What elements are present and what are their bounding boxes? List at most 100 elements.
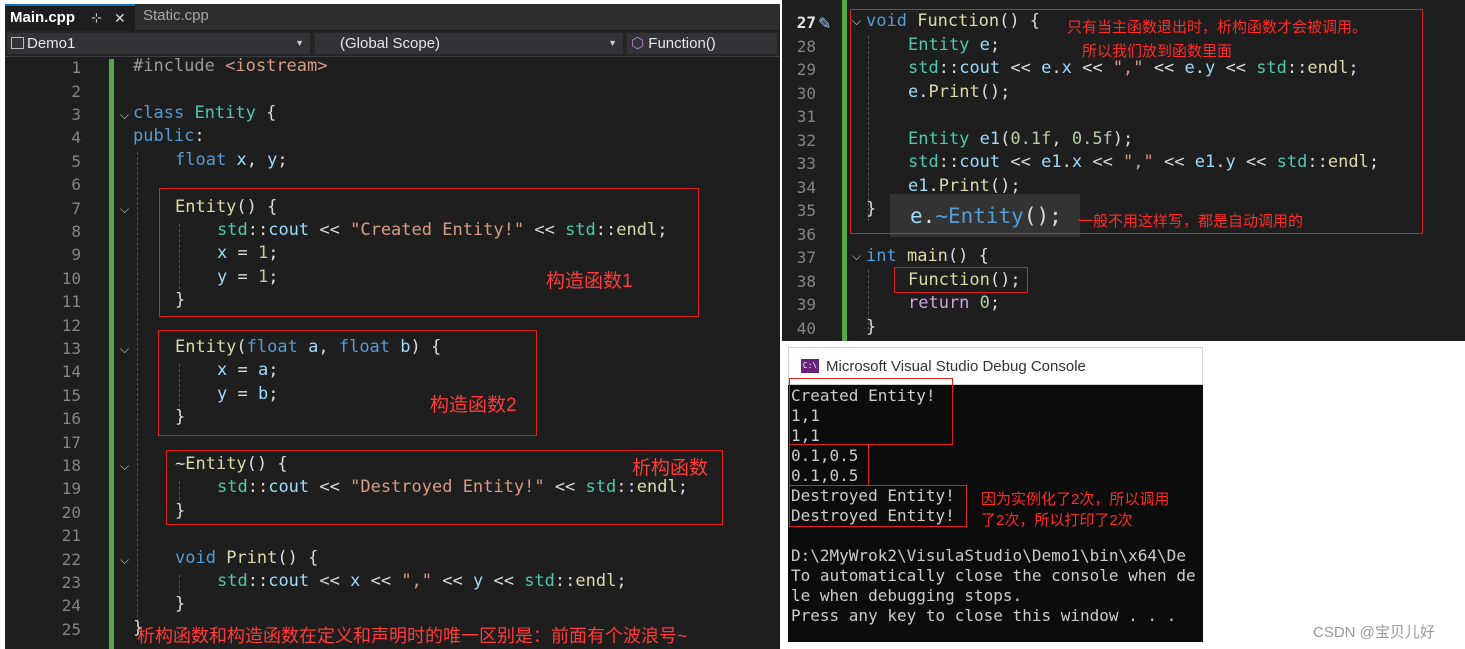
tab-main-cpp[interactable]: Main.cpp ⊹ ✕ — [5, 4, 135, 30]
line-number: 25 — [61, 620, 81, 639]
line-number: 13 — [61, 339, 81, 358]
line-number: 27 — [796, 13, 816, 32]
manual-destructor-note: 一般不用这样写，都是自动调用的 — [1078, 213, 1304, 230]
code-line: public: — [133, 126, 205, 146]
function-scope-note: 所以我们放到函数里面 — [1082, 43, 1233, 60]
code-line: class Entity { — [133, 103, 277, 123]
line-number: 17 — [61, 433, 81, 452]
console-app-icon: C:\ — [801, 359, 819, 373]
scope-label: (Global Scope) — [340, 35, 441, 52]
destructor-label: 析构函数 — [632, 458, 709, 479]
left-code-editor[interactable]: Main.cpp ⊹ ✕ Static.cpp Demo1 ▼ (Global … — [5, 4, 780, 649]
line-number: 39 — [796, 295, 816, 314]
console-line: D:\2MyWrok2\VisulaStudio\Demo1\bin\x64\D… — [791, 546, 1186, 565]
code-line: return 0; — [908, 293, 1001, 313]
constructor2-highlight-box — [158, 330, 537, 436]
line-number: 3 — [71, 105, 81, 124]
line-number: 22 — [61, 550, 81, 569]
line-number: 28 — [796, 37, 816, 56]
line-number: 19 — [61, 479, 81, 498]
close-icon[interactable]: ✕ — [114, 6, 126, 30]
fold-toggle-icon[interactable]: ⌵ — [120, 553, 129, 568]
navigation-bar: Demo1 ▼ (Global Scope) ▼ ⬡ Function() — [5, 31, 780, 57]
destructor-timing-note: 只有当主函数退出时，析构函数才会被调用。 — [1067, 19, 1368, 36]
line-number: 16 — [61, 409, 81, 428]
line-number: 8 — [71, 222, 81, 241]
code-line: std::cout << x << "," << y << std::endl; — [217, 571, 627, 591]
line-number: 30 — [796, 84, 816, 103]
line-number: 5 — [71, 152, 81, 171]
fold-toggle-icon[interactable]: ⌵ — [120, 202, 129, 217]
line-number: 7 — [71, 199, 81, 218]
project-name: Demo1 — [27, 35, 76, 52]
code-line: } — [866, 317, 877, 337]
watermark: CSDN @宝贝儿好 — [1313, 624, 1435, 641]
line-number: 23 — [61, 573, 81, 592]
line-number: 31 — [796, 107, 816, 126]
editor-tab-bar: Main.cpp ⊹ ✕ Static.cpp — [5, 4, 780, 30]
line-number: 18 — [61, 456, 81, 475]
tab-static-cpp[interactable]: Static.cpp — [139, 4, 253, 30]
fold-toggle-icon[interactable]: ⌵ — [120, 459, 129, 474]
chevron-down-icon: ▼ — [295, 38, 304, 48]
line-number: 6 — [71, 175, 81, 194]
member-label: Function() — [648, 35, 716, 52]
line-number: 15 — [61, 386, 81, 405]
line-number: 12 — [61, 316, 81, 335]
change-tracking-bar — [842, 0, 847, 341]
destroyed-count-note: 因为实例化了2次，所以调用 — [981, 491, 1170, 508]
line-number: 21 — [61, 526, 81, 545]
fold-toggle-icon[interactable]: ⌵ — [852, 249, 861, 264]
line-number: 37 — [796, 248, 816, 267]
function-call-highlight-box — [894, 267, 1028, 293]
tab-label: Main.cpp — [10, 9, 76, 26]
line-number: 1 — [71, 58, 81, 77]
console-title: Microsoft Visual Studio Debug Console — [826, 358, 1086, 375]
line-number: 24 — [61, 596, 81, 615]
member-dropdown[interactable]: ⬡ Function() — [627, 33, 777, 54]
tab-label: Static.cpp — [143, 7, 209, 24]
indent-guide — [137, 152, 138, 632]
line-number: 34 — [796, 178, 816, 197]
code-line: float x, y; — [175, 150, 288, 170]
line-number: 40 — [796, 319, 816, 338]
line-number: 2 — [71, 82, 81, 101]
code-line: } — [175, 594, 186, 614]
line-number: 33 — [796, 154, 816, 173]
console-line: le when debugging stops. — [791, 586, 1023, 605]
change-tracking-bar — [109, 59, 114, 649]
line-number: 9 — [71, 245, 81, 264]
line-number: 14 — [61, 362, 81, 381]
cube-icon: ⬡ — [631, 35, 645, 52]
created-output-box — [789, 378, 953, 445]
line-number: 32 — [796, 131, 816, 150]
line-number: 35 — [796, 201, 816, 220]
line-number: 38 — [796, 272, 816, 291]
line-number: 29 — [796, 60, 816, 79]
pin-icon[interactable]: ⊹ — [91, 6, 102, 30]
line-number: 4 — [71, 128, 81, 147]
constructor2-label: 构造函数2 — [430, 395, 517, 416]
destroyed-count-note: 了2次，所以打印了2次 — [981, 512, 1133, 529]
console-line: To automatically close the console when … — [791, 566, 1196, 585]
chevron-down-icon: ▼ — [608, 38, 617, 48]
debug-console-window[interactable]: C:\ Microsoft Visual Studio Debug Consol… — [788, 347, 1203, 642]
project-dropdown[interactable]: Demo1 ▼ — [7, 33, 310, 54]
code-line: int main() { — [866, 246, 989, 266]
line-number: 11 — [61, 292, 81, 311]
line-number: 10 — [61, 269, 81, 288]
line-number: 20 — [61, 503, 81, 522]
constructor1-highlight-box — [159, 188, 699, 317]
float-output-box — [789, 444, 869, 486]
code-line: void Print() { — [175, 548, 319, 568]
right-code-editor[interactable]: 27 ✎ 28 29 30 31 32 33 34 35 36 37 38 39… — [782, 0, 1465, 341]
constructor1-label: 构造函数1 — [546, 271, 633, 292]
destroyed-output-box — [789, 485, 967, 527]
quick-action-icon[interactable]: ✎ — [818, 14, 831, 34]
scope-dropdown[interactable]: (Global Scope) ▼ — [315, 33, 623, 54]
fold-toggle-icon[interactable]: ⌵ — [120, 108, 129, 123]
project-icon — [11, 37, 24, 49]
fold-toggle-icon[interactable]: ⌵ — [120, 342, 129, 357]
tilde-note: 析构函数和构造函数在定义和声明时的唯一区别是：前面有个波浪号~ — [137, 626, 688, 646]
line-number: 36 — [796, 225, 816, 244]
